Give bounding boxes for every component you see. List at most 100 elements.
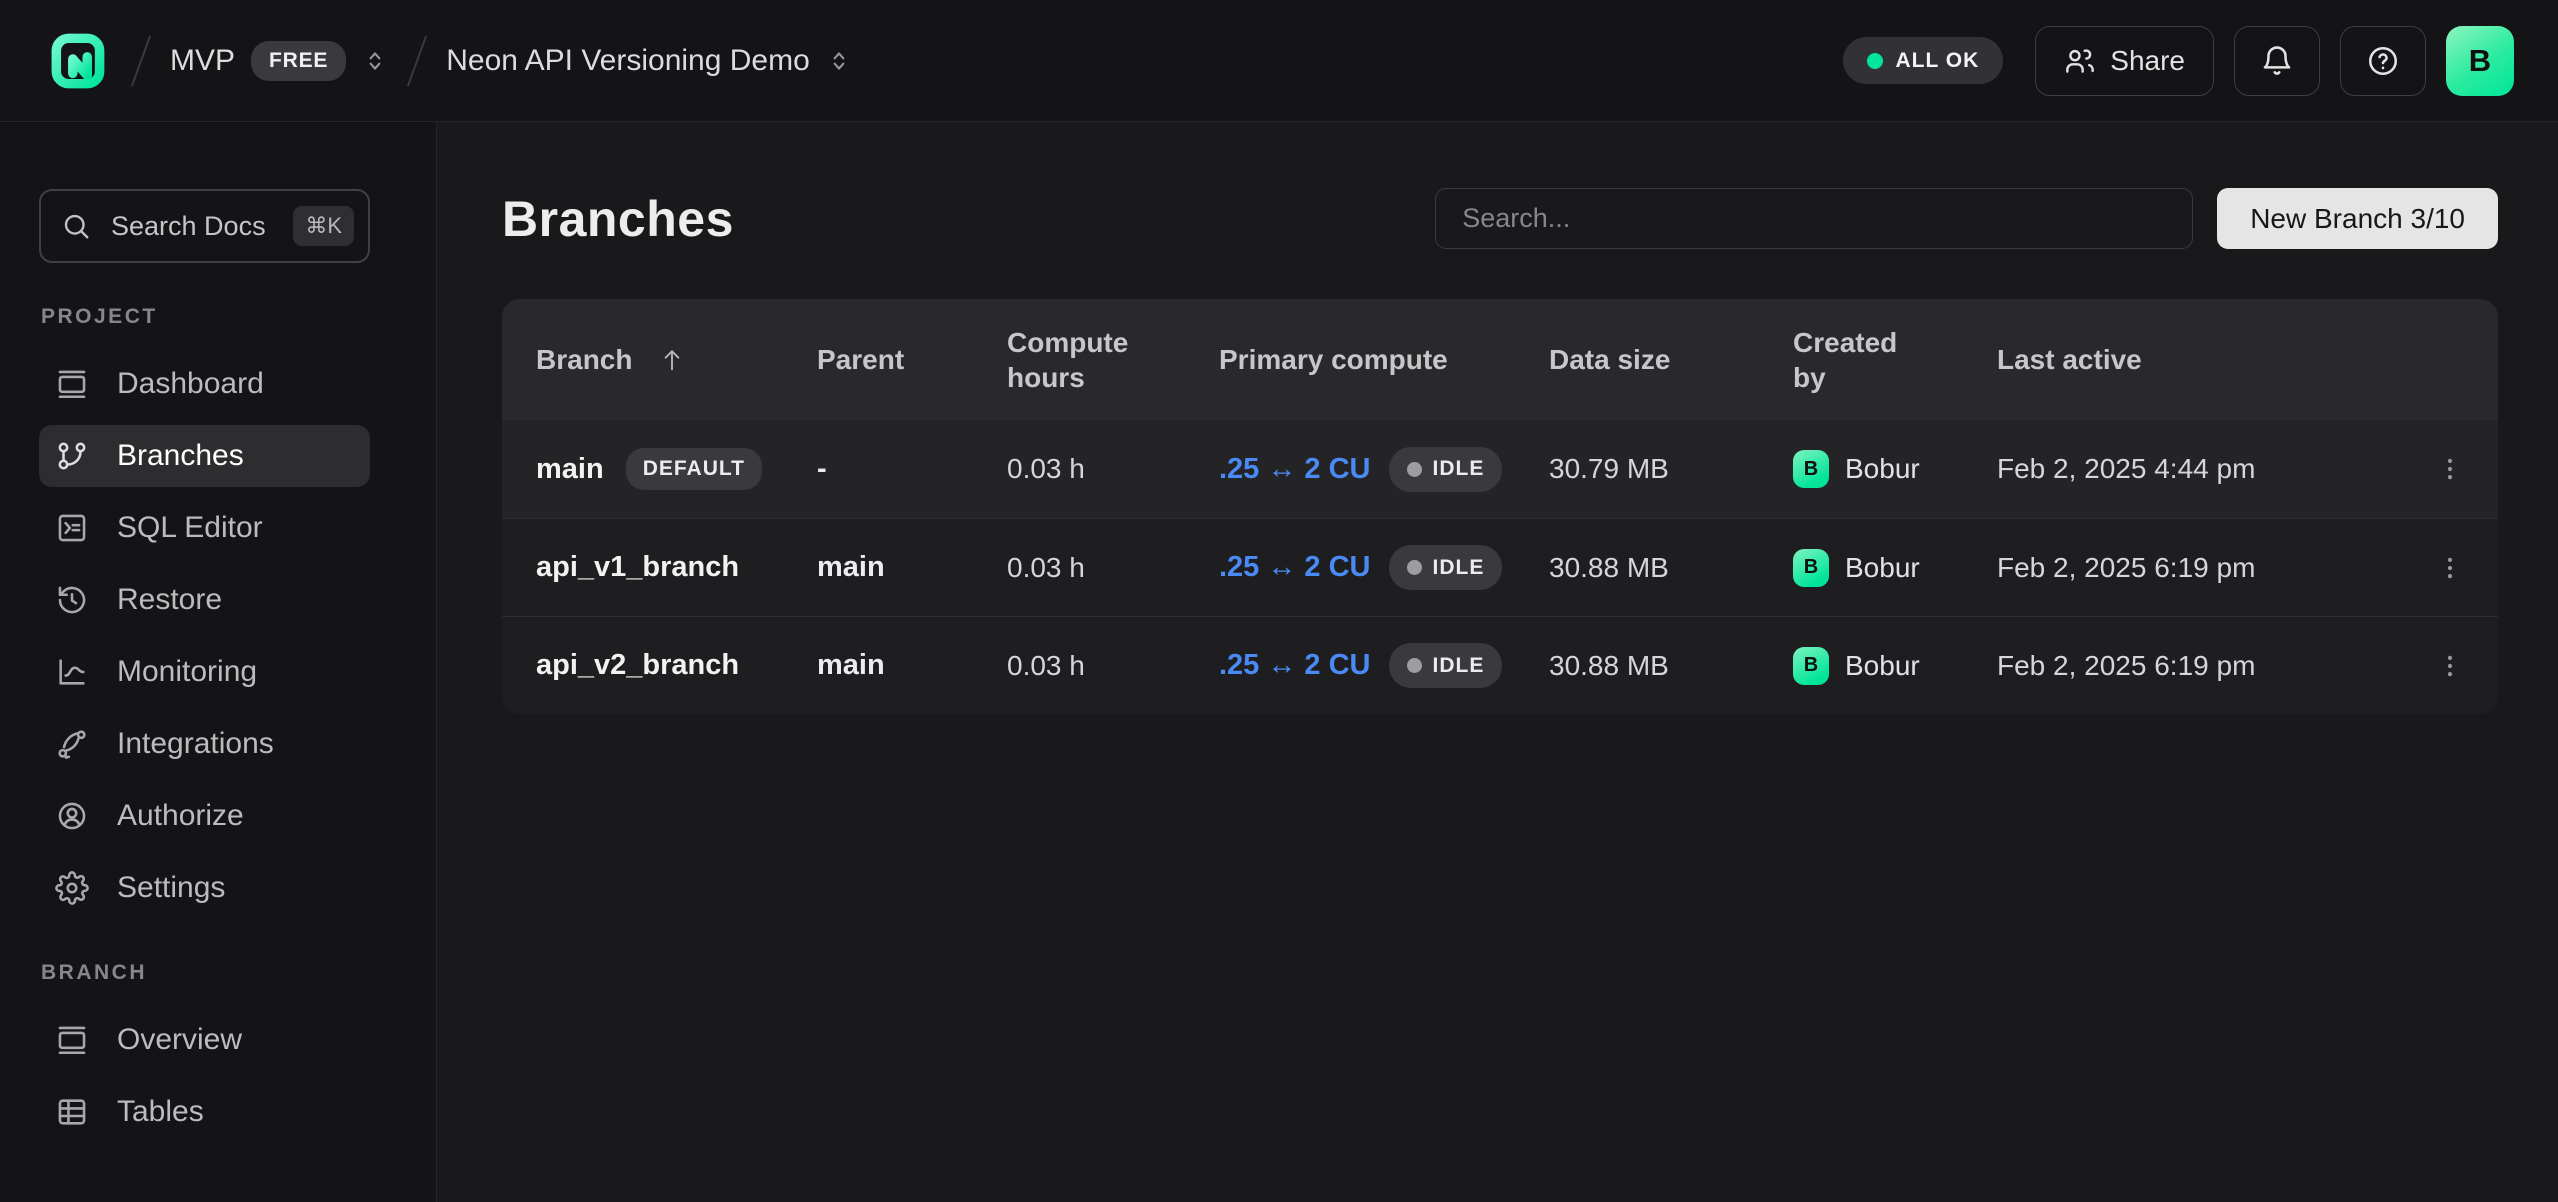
- sidebar-item-label: Branches: [117, 439, 244, 473]
- column-header-data-size[interactable]: Data size: [1549, 342, 1793, 377]
- creator-avatar: B: [1793, 450, 1829, 488]
- sidebar-item-dashboard[interactable]: Dashboard: [39, 353, 370, 415]
- notifications-button[interactable]: [2234, 26, 2320, 96]
- new-branch-button[interactable]: New Branch 3/10: [2217, 188, 2498, 249]
- share-label: Share: [2110, 45, 2185, 77]
- project-nav: Dashboard Branches SQL Editor Restore: [0, 353, 436, 919]
- sidebar-item-label: Dashboard: [117, 367, 264, 401]
- compute-units-link[interactable]: .25 ↔ 2 CU: [1219, 649, 1371, 682]
- column-header-primary-compute[interactable]: Primary compute: [1219, 342, 1549, 377]
- keyboard-shortcut-badge: ⌘K: [293, 206, 354, 246]
- sidebar-item-tables[interactable]: Tables: [39, 1081, 370, 1143]
- sidebar-item-settings[interactable]: Settings: [39, 857, 370, 919]
- creator-avatar: B: [1793, 549, 1829, 587]
- creator-name: Bobur: [1845, 453, 1920, 485]
- branch-name[interactable]: api_v1_branch: [536, 551, 739, 584]
- sidebar: Search Docs ⌘K PROJECT Dashboard Branche…: [0, 122, 437, 1202]
- bell-icon: [2260, 44, 2294, 78]
- compute-units-link[interactable]: .25 ↔ 2 CU: [1219, 453, 1371, 486]
- history-clock-icon: [55, 583, 89, 617]
- sidebar-item-authorize[interactable]: Authorize: [39, 785, 370, 847]
- data-size: 30.79 MB: [1549, 453, 1793, 485]
- row-menu-button[interactable]: [2420, 439, 2480, 499]
- table-icon: [55, 1095, 89, 1129]
- column-header-parent[interactable]: Parent: [817, 342, 1007, 377]
- sidebar-item-monitoring[interactable]: Monitoring: [39, 641, 370, 703]
- idle-label: IDLE: [1433, 556, 1485, 580]
- parent-branch: main: [817, 649, 1007, 682]
- search-docs-button[interactable]: Search Docs ⌘K: [39, 189, 370, 263]
- sort-ascending-icon[interactable]: [658, 346, 686, 374]
- parent-branch: -: [817, 453, 1007, 486]
- project-switcher[interactable]: MVP FREE: [170, 41, 388, 81]
- compute-hours: 0.03 h: [1007, 650, 1219, 682]
- sidebar-item-overview[interactable]: Overview: [39, 1009, 370, 1071]
- sidebar-item-label: Settings: [117, 871, 225, 905]
- creator-name: Bobur: [1845, 552, 1920, 584]
- branch-nav: Overview Tables: [0, 1009, 436, 1143]
- default-badge: DEFAULT: [626, 448, 762, 490]
- neon-logo-icon[interactable]: [46, 28, 112, 94]
- sidebar-item-branches[interactable]: Branches: [39, 425, 370, 487]
- sidebar-item-restore[interactable]: Restore: [39, 569, 370, 631]
- sidebar-item-label: Integrations: [117, 727, 274, 761]
- share-button[interactable]: Share: [2035, 26, 2214, 96]
- last-active: Feb 2, 2025 6:19 pm: [1997, 650, 2407, 682]
- status-badge[interactable]: ALL OK: [1843, 37, 2004, 84]
- branch-name[interactable]: api_v2_branch: [536, 649, 739, 682]
- breadcrumb-slash: [131, 35, 151, 86]
- compute-hours: 0.03 h: [1007, 552, 1219, 584]
- data-size: 30.88 MB: [1549, 650, 1793, 682]
- project-name: MVP: [170, 44, 235, 78]
- sync-nodes-icon: [55, 727, 89, 761]
- chevrons-up-down-icon: [826, 48, 852, 74]
- breadcrumb-branch-name: Neon API Versioning Demo: [446, 44, 810, 78]
- sidebar-item-integrations[interactable]: Integrations: [39, 713, 370, 775]
- branch-switcher[interactable]: Neon API Versioning Demo: [446, 44, 852, 78]
- plan-badge: FREE: [251, 41, 346, 81]
- avatar-initial: B: [2469, 43, 2491, 79]
- idle-dot: [1407, 658, 1422, 673]
- sidebar-item-label: Monitoring: [117, 655, 257, 689]
- git-branch-icon: [55, 439, 89, 473]
- column-header-created-by[interactable]: Created by: [1793, 325, 1913, 395]
- window-icon: [55, 1023, 89, 1057]
- table-header-row: Branch Parent Compute hours Primary comp…: [502, 299, 2498, 420]
- top-bar: MVP FREE Neon API Versioning Demo ALL OK…: [0, 0, 2558, 122]
- compute-status-badge: IDLE: [1389, 545, 1503, 590]
- status-ok-dot: [1867, 53, 1883, 69]
- branch-search-input[interactable]: [1435, 188, 2193, 249]
- column-header-compute-hours[interactable]: Compute hours: [1007, 325, 1157, 395]
- compute-status-badge: IDLE: [1389, 447, 1503, 492]
- section-label-project: PROJECT: [41, 305, 436, 329]
- compute-hours: 0.03 h: [1007, 453, 1219, 485]
- sidebar-item-sql-editor[interactable]: SQL Editor: [39, 497, 370, 559]
- compute-units-link[interactable]: .25 ↔ 2 CU: [1219, 551, 1371, 584]
- help-button[interactable]: [2340, 26, 2426, 96]
- compute-status-badge: IDLE: [1389, 643, 1503, 688]
- status-label: ALL OK: [1896, 49, 1980, 73]
- breadcrumb-slash: [407, 35, 427, 86]
- table-row[interactable]: api_v1_branch main 0.03 h .25 ↔ 2 CU IDL…: [502, 518, 2498, 616]
- column-header-last-active[interactable]: Last active: [1997, 342, 2407, 377]
- creator-name: Bobur: [1845, 650, 1920, 682]
- branch-name[interactable]: main: [536, 453, 604, 486]
- column-header-branch[interactable]: Branch: [536, 342, 632, 377]
- idle-dot: [1407, 560, 1422, 575]
- user-circle-icon: [55, 799, 89, 833]
- dashboard-icon: [55, 367, 89, 401]
- users-icon: [2064, 45, 2096, 77]
- table-row[interactable]: api_v2_branch main 0.03 h .25 ↔ 2 CU IDL…: [502, 616, 2498, 714]
- search-icon: [61, 211, 91, 241]
- main-content: Branches New Branch 3/10 Branch Parent C…: [437, 122, 2558, 1202]
- chevrons-up-down-icon: [362, 48, 388, 74]
- last-active: Feb 2, 2025 4:44 pm: [1997, 453, 2407, 485]
- creator-avatar: B: [1793, 647, 1829, 685]
- row-menu-button[interactable]: [2420, 538, 2480, 598]
- user-avatar[interactable]: B: [2446, 26, 2514, 96]
- idle-label: IDLE: [1433, 654, 1485, 678]
- row-menu-button[interactable]: [2420, 636, 2480, 696]
- help-circle-icon: [2366, 44, 2400, 78]
- table-row[interactable]: main DEFAULT - 0.03 h .25 ↔ 2 CU IDLE 30…: [502, 420, 2498, 518]
- idle-label: IDLE: [1433, 457, 1485, 481]
